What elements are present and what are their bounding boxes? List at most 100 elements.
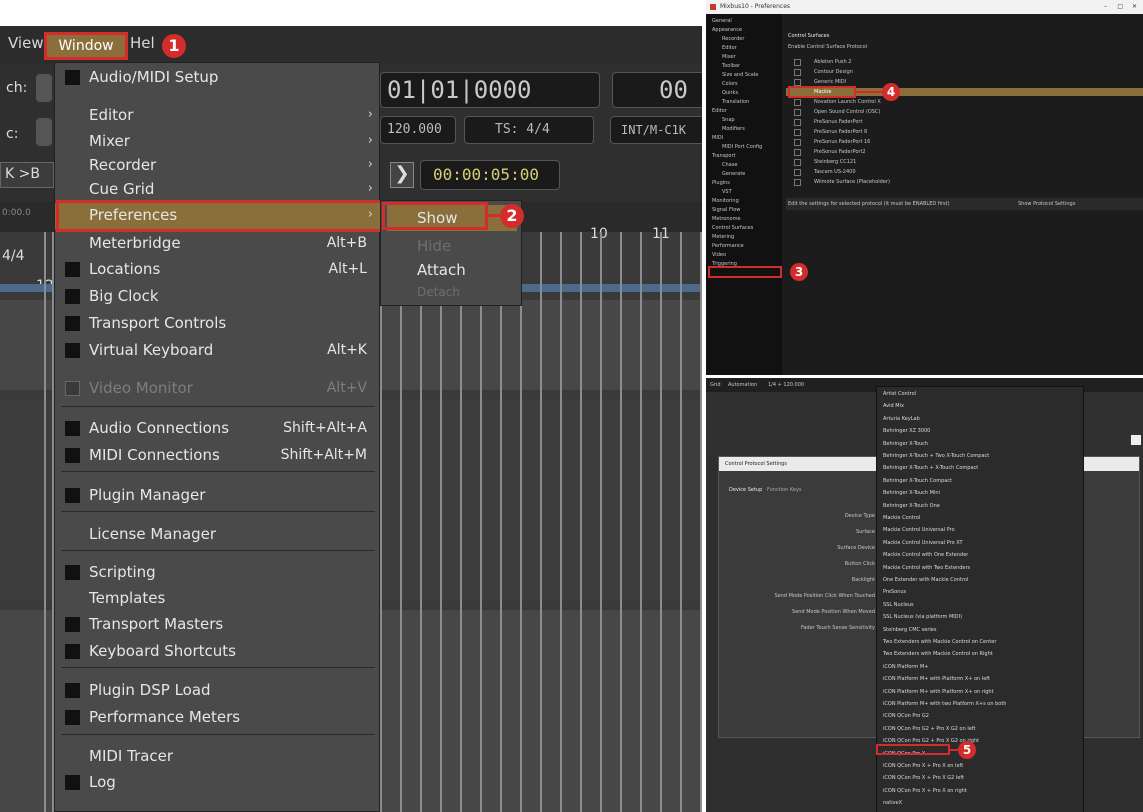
toolbar-tempo[interactable]: 1/4 + 120.000 <box>768 382 804 388</box>
menu-item-recorder[interactable]: Recorder › <box>55 153 381 177</box>
bbt-clock[interactable]: 01|01|0000 <box>380 72 600 108</box>
sidebar-item[interactable]: Toolbar <box>722 63 740 69</box>
protocol-row[interactable]: Novation Launch Control X <box>786 98 1143 106</box>
device-option[interactable]: SSL Nucleus (via platform MIDI) <box>883 614 962 620</box>
menu-item-scripting[interactable]: Scripting <box>55 560 381 584</box>
sidebar-item[interactable]: General <box>712 18 732 24</box>
device-option[interactable]: Behringer X-Touch Mini <box>883 490 940 496</box>
enable-checkbox[interactable] <box>794 119 801 126</box>
device-option[interactable]: iCON Platform M+ with Platform X+ on lef… <box>883 676 990 682</box>
enable-checkbox[interactable] <box>794 139 801 146</box>
menu-item-audio-connections[interactable]: Audio Connections Shift+Alt+A <box>55 416 381 440</box>
menu-item-meterbridge[interactable]: Meterbridge Alt+B <box>55 231 381 255</box>
menu-item-templates[interactable]: Templates <box>55 586 381 610</box>
enable-checkbox[interactable] <box>794 109 801 116</box>
menu-item-midi-connections[interactable]: MIDI Connections Shift+Alt+M <box>55 443 381 467</box>
left-button-a[interactable] <box>36 74 52 102</box>
protocol-row[interactable]: Tascam US-2400 <box>786 168 1143 176</box>
time-signature-display[interactable]: TS: 4/4 <box>464 116 594 144</box>
device-option[interactable]: Two Extenders with Mackie Control on Rig… <box>883 651 993 657</box>
enable-checkbox[interactable] <box>794 169 801 176</box>
menu-item-log[interactable]: Log <box>55 770 381 794</box>
sidebar-item[interactable]: Generate <box>722 171 745 177</box>
protocol-row[interactable]: Open Sound Control (OSC) <box>786 108 1143 116</box>
device-option[interactable]: iCON QCon Pro G2 + Pro X G2 on left <box>883 726 975 732</box>
device-option[interactable]: Mackie Control with Two Extenders <box>883 565 970 571</box>
device-option[interactable]: iCON QCon Pro X + Pro X G2 left <box>883 775 964 781</box>
device-option[interactable]: Behringer X-Touch Compact <box>883 478 952 484</box>
sidebar-item[interactable]: MIDI <box>712 135 723 141</box>
device-option[interactable]: Steinberg CMC series <box>883 627 936 633</box>
maximize-icon[interactable]: □ <box>1117 0 1123 14</box>
protocol-row[interactable]: Contour Design <box>786 68 1143 76</box>
enable-checkbox[interactable] <box>794 149 801 156</box>
device-option[interactable]: Behringer X-Touch One <box>883 503 940 509</box>
sidebar-item[interactable]: Translation <box>722 99 749 105</box>
enable-checkbox[interactable] <box>794 129 801 136</box>
tab-function-keys[interactable]: Function Keys <box>767 487 802 493</box>
menu-window[interactable]: Window <box>44 32 128 60</box>
menu-view[interactable]: View <box>8 34 44 52</box>
device-option[interactable]: Mackie Control <box>883 515 920 521</box>
device-option[interactable]: Artist Control <box>883 391 916 397</box>
sidebar-item[interactable]: MIDI Port Config <box>722 144 762 150</box>
protocol-row[interactable]: Wiimote Surface (Placeholder) <box>786 178 1143 186</box>
toolbar-grid[interactable]: Grid <box>710 382 721 388</box>
show-protocol-settings-button[interactable]: Show Protocol Settings <box>1018 201 1075 207</box>
sidebar-item[interactable]: Mixer <box>722 54 736 60</box>
protocol-row[interactable]: Steinberg CC121 <box>786 158 1143 166</box>
menu-item-locations[interactable]: Locations Alt+L <box>55 257 381 281</box>
menu-item-big-clock[interactable]: Big Clock <box>55 284 381 308</box>
sync-display[interactable]: INT/M-C1K <box>610 116 702 144</box>
device-option[interactable]: Mackie Control Universal Pro XT <box>883 540 963 546</box>
timer-display[interactable]: 00:00:05:00 <box>420 160 560 190</box>
menu-item-license-manager[interactable]: License Manager <box>55 522 381 546</box>
sidebar-item[interactable]: Editor <box>712 108 727 114</box>
enable-checkbox[interactable] <box>794 69 801 76</box>
menu-item-audio-midi-setup[interactable]: Audio/MIDI Setup <box>55 65 381 89</box>
menu-item-transport-masters[interactable]: Transport Masters <box>55 612 381 636</box>
enable-checkbox[interactable] <box>794 99 801 106</box>
sidebar-item[interactable]: Metronome <box>712 216 741 222</box>
tab-device-setup[interactable]: Device Setup <box>729 487 762 493</box>
sidebar-item[interactable]: Modifiers <box>722 126 745 132</box>
sidebar-item[interactable]: Colors <box>722 81 738 87</box>
device-option[interactable]: SSL Nucleus <box>883 602 914 608</box>
protocol-row[interactable]: PreSonus FaderPort2 <box>786 148 1143 156</box>
sidebar-item[interactable]: Size and Scale <box>722 72 758 78</box>
device-option[interactable]: Mackie Control Universal Pro <box>883 527 955 533</box>
submenu-item-attach[interactable]: Attach <box>417 261 466 279</box>
device-option[interactable]: Arturia KeyLab <box>883 416 920 422</box>
enable-checkbox[interactable] <box>794 79 801 86</box>
device-option[interactable]: PreSonus <box>883 589 906 595</box>
sidebar-item[interactable]: Monitoring <box>712 198 739 204</box>
scroll-button[interactable] <box>1130 434 1142 446</box>
toolbar-automation[interactable]: Automation <box>728 382 757 388</box>
sidebar-item[interactable]: Control Surfaces <box>712 225 753 231</box>
menu-item-plugin-manager[interactable]: Plugin Manager <box>55 483 381 507</box>
sidebar-item[interactable]: Plugins <box>712 180 730 186</box>
close-icon[interactable]: ✕ <box>1132 0 1137 14</box>
device-option[interactable]: Two Extenders with Mackie Control on Cen… <box>883 639 996 645</box>
loop-range-bar-right[interactable] <box>522 284 702 292</box>
menu-item-mixer[interactable]: Mixer › <box>55 129 381 153</box>
device-option[interactable]: iCON Platform M+ with Platform X+ on rig… <box>883 689 994 695</box>
device-option[interactable]: iCON Platform M+ with two Platform X+s o… <box>883 701 1006 707</box>
menu-item-keyboard-shortcuts[interactable]: Keyboard Shortcuts <box>55 639 381 663</box>
device-option[interactable]: Behringer X-Touch <box>883 441 928 447</box>
sidebar-item[interactable]: Metering <box>712 234 734 240</box>
minimize-icon[interactable]: – <box>1104 0 1107 14</box>
menu-item-midi-tracer[interactable]: MIDI Tracer <box>55 744 381 768</box>
protocol-row[interactable]: PreSonus FaderPort <box>786 118 1143 126</box>
sidebar-item[interactable]: Performance <box>712 243 744 249</box>
device-option[interactable]: Behringer X-Touch + Two X-Touch Compact <box>883 453 989 459</box>
sidebar-item[interactable]: Snap <box>722 117 735 123</box>
menu-item-transport-controls[interactable]: Transport Controls <box>55 311 381 335</box>
sidebar-item[interactable]: Video <box>712 252 726 258</box>
device-option[interactable]: iCON QCon Pro X + Pro X on left <box>883 763 963 769</box>
device-option[interactable]: iCON QCon Pro G2 <box>883 713 929 719</box>
device-option[interactable]: iCON Platform M+ <box>883 664 928 670</box>
menu-item-editor[interactable]: Editor › <box>55 103 381 127</box>
protocol-row[interactable]: Generic MIDI <box>786 78 1143 86</box>
device-option[interactable]: Mackie Control with One Extender <box>883 552 968 558</box>
